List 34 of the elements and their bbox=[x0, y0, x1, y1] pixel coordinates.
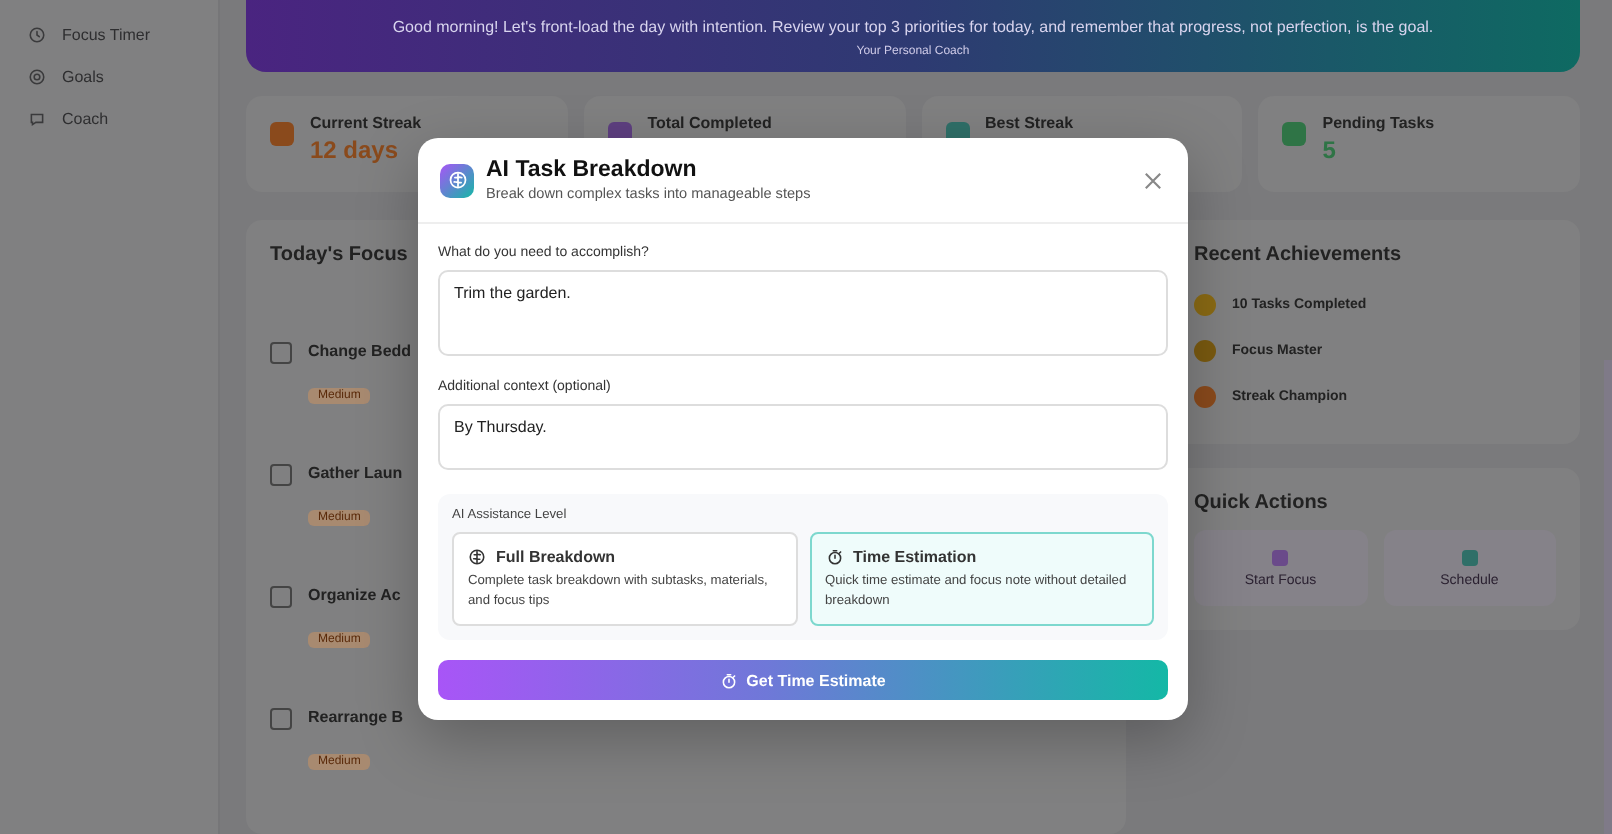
stat-label: Best Streak bbox=[985, 114, 1074, 132]
stopwatch-icon bbox=[720, 671, 739, 689]
sidebar-item[interactable]: Focus Timer bbox=[20, 20, 198, 50]
task-checkbox[interactable] bbox=[270, 342, 292, 364]
stat-label: Current Streak bbox=[310, 114, 422, 132]
sidebar-item[interactable]: Goals bbox=[20, 62, 198, 92]
section-title: Recent Achievements bbox=[1194, 244, 1404, 266]
app-logo-icon bbox=[440, 163, 474, 197]
stat-value: 5 bbox=[1322, 136, 1338, 164]
stat-label: Pending Tasks bbox=[1322, 114, 1435, 132]
task-title: Gather Laun bbox=[308, 464, 403, 482]
text-area[interactable]: Trim the garden. bbox=[438, 270, 1168, 356]
section-title: Quick Actions bbox=[1194, 492, 1330, 514]
sidebar-item[interactable]: Coach bbox=[20, 104, 198, 134]
target-icon bbox=[28, 68, 46, 86]
stat-value: 12 days bbox=[310, 136, 401, 164]
task-title: Organize Ac bbox=[308, 586, 401, 604]
task-checkbox[interactable] bbox=[270, 464, 292, 486]
dialog-title: AI Task Breakdown bbox=[486, 158, 699, 182]
option-title: Time Estimation bbox=[853, 548, 977, 566]
task-checkbox[interactable] bbox=[270, 586, 292, 608]
section-title: Today's Focus bbox=[270, 244, 408, 266]
stopwatch-icon bbox=[825, 548, 843, 566]
stat-label: Total Completed bbox=[647, 114, 772, 132]
get-estimate-button[interactable]: Get Time Estimate bbox=[438, 660, 1168, 700]
task-title: Change Bedd bbox=[308, 342, 412, 360]
banner-message: Good morning! Let's front-load the day with intention. Review your top 3 priorities for today, and remember that progress, not perfection, is the goal. bbox=[392, 18, 1434, 36]
task-title: Rearrange B bbox=[308, 708, 404, 726]
chat-bubble-icon bbox=[28, 110, 46, 128]
text-area[interactable]: By Thursday. bbox=[438, 404, 1168, 470]
option-title: Full Breakdown bbox=[496, 548, 616, 566]
task-checkbox[interactable] bbox=[270, 708, 292, 730]
brain-icon bbox=[468, 548, 486, 566]
clock-icon bbox=[28, 26, 46, 44]
